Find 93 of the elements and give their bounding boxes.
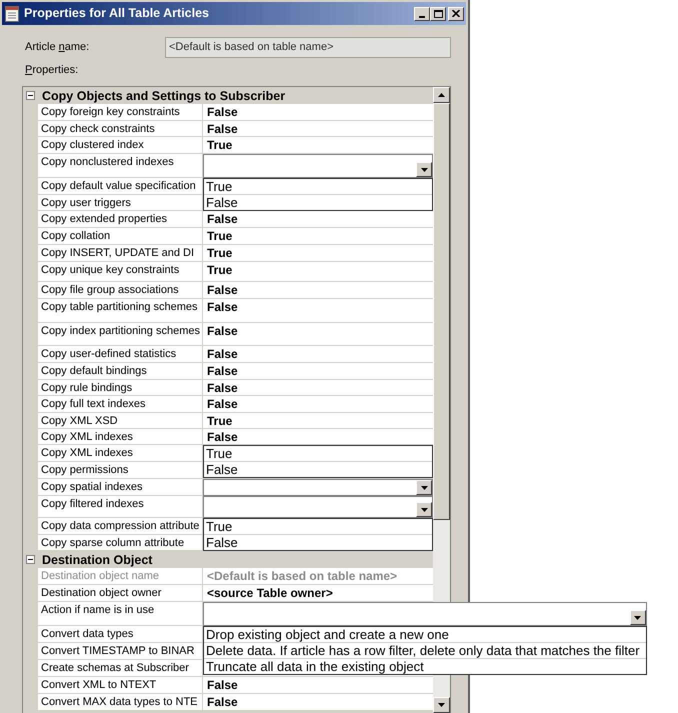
property-value[interactable]: True — [203, 137, 433, 154]
property-value[interactable]: <source Table owner> — [203, 585, 433, 602]
scroll-up-button[interactable] — [433, 87, 450, 103]
property-name: Copy rule bindings — [38, 380, 203, 396]
property-name: Action if name is in use — [38, 602, 203, 626]
dropdown-option[interactable]: True — [204, 519, 432, 535]
collapse-icon[interactable] — [26, 91, 35, 100]
caret-down-icon — [438, 703, 445, 707]
dropdown[interactable] — [203, 602, 647, 626]
property-name: Copy XML indexes — [38, 429, 203, 445]
property-name: Destination object owner — [38, 585, 203, 602]
property-value[interactable]: False — [203, 363, 433, 380]
property-value[interactable]: True — [203, 228, 433, 245]
property-name: Copy XML indexes — [38, 445, 203, 462]
field-label: Article name: — [25, 40, 90, 56]
property-value[interactable]: False — [203, 380, 433, 396]
close-icon — [452, 10, 460, 17]
caret-up-icon — [438, 93, 445, 97]
dropdown-option[interactable]: False — [204, 195, 432, 210]
dropdown[interactable] — [203, 496, 433, 518]
property-name: Copy full text indexes — [38, 396, 203, 413]
property-name: Copy spatial indexes — [38, 479, 203, 496]
property-name: Convert TIMESTAMP to BINAR — [38, 643, 203, 660]
property-value[interactable]: False — [203, 323, 433, 346]
property-value[interactable]: False — [203, 282, 433, 299]
property-name: Copy foreign key constraints — [38, 104, 203, 121]
property-name: Copy nonclustered indexes — [38, 154, 203, 178]
caret-down-icon — [420, 168, 428, 172]
maximize-icon — [434, 10, 442, 18]
property-name: Copy permissions — [38, 462, 203, 479]
dropdown-button[interactable] — [416, 480, 432, 495]
property-name: Copy filtered indexes — [38, 496, 203, 518]
dropdown-button[interactable] — [630, 610, 646, 625]
property-name: Destination object name — [38, 568, 203, 585]
property-name: Copy data compression attribute — [38, 518, 203, 535]
property-name: Copy user-defined statistics — [38, 346, 203, 363]
property-name: Copy collation — [38, 228, 203, 245]
property-name: Copy INSERT, UPDATE and DI — [38, 245, 203, 262]
property-name: Copy clustered index — [38, 137, 203, 154]
property-value[interactable]: False — [203, 346, 433, 363]
dropdown-option[interactable]: False — [204, 462, 432, 477]
article-name-field[interactable]: <Default is based on table name> — [165, 37, 451, 58]
property-name: Copy check constraints — [38, 121, 203, 137]
property-value[interactable]: True — [203, 245, 433, 262]
minimize-icon — [419, 16, 425, 18]
scrollbar-thumb[interactable] — [433, 103, 450, 520]
property-name: Convert data types — [38, 626, 203, 643]
dropdown-option[interactable]: True — [204, 446, 432, 462]
property-name: Create schemas at Subscriber — [38, 660, 203, 677]
minimize-button[interactable] — [414, 6, 430, 20]
dropdown-option[interactable]: Drop existing object and create a new one — [204, 627, 646, 643]
dropdown[interactable] — [203, 154, 433, 178]
property-name: Copy table partitioning schemes — [38, 299, 203, 323]
dropdown[interactable] — [203, 479, 433, 496]
caret-down-icon — [634, 616, 642, 620]
category-title: Destination Object — [42, 552, 152, 568]
property-name: Copy index partitioning schemes — [38, 323, 203, 346]
property-value[interactable]: False — [203, 104, 433, 121]
section-label: Properties: — [25, 63, 78, 77]
property-name: Copy default bindings — [38, 363, 203, 380]
property-name: Copy file group associations — [38, 282, 203, 299]
property-value[interactable]: False — [203, 396, 433, 413]
collapse-icon[interactable] — [26, 555, 35, 564]
property-value[interactable]: False — [203, 694, 433, 711]
dropdown-option[interactable]: Delete data. If article has a row filter, delete only data that matches the filter — [204, 643, 646, 659]
property-name: Copy extended properties — [38, 211, 203, 228]
category-title: Copy Objects and Settings to Subscriber — [42, 88, 286, 104]
property-value[interactable]: False — [203, 211, 433, 228]
maximize-button[interactable] — [430, 6, 446, 20]
property-name: Copy unique key constraints — [38, 262, 203, 282]
caret-down-icon — [420, 486, 428, 490]
property-name: Copy user triggers — [38, 195, 203, 211]
document-icon — [5, 6, 19, 22]
property-value[interactable]: True — [203, 413, 433, 429]
scroll-down-button[interactable] — [433, 697, 450, 713]
property-name: Copy default value specification — [38, 178, 203, 195]
property-value[interactable]: False — [203, 677, 433, 694]
dropdown-option[interactable]: True — [204, 179, 432, 195]
dropdown-button[interactable] — [416, 502, 432, 517]
window-title: Properties for All Table Articles — [24, 5, 210, 22]
property-name: Convert XML to NTEXT — [38, 677, 203, 694]
property-name: Copy XML XSD — [38, 413, 203, 429]
close-button[interactable] — [448, 6, 464, 20]
property-value[interactable]: False — [203, 429, 433, 445]
dropdown-option[interactable]: False — [204, 535, 432, 550]
dropdown-option[interactable]: Truncate all data in the existing object — [204, 659, 646, 674]
property-value[interactable]: True — [203, 262, 433, 282]
property-name: Convert MAX data types to NTE — [38, 694, 203, 711]
property-value[interactable]: False — [203, 121, 433, 137]
dropdown-button[interactable] — [416, 162, 432, 177]
property-value[interactable]: False — [203, 299, 433, 323]
property-name: Copy sparse column attribute — [38, 535, 203, 551]
caret-down-icon — [420, 508, 428, 512]
